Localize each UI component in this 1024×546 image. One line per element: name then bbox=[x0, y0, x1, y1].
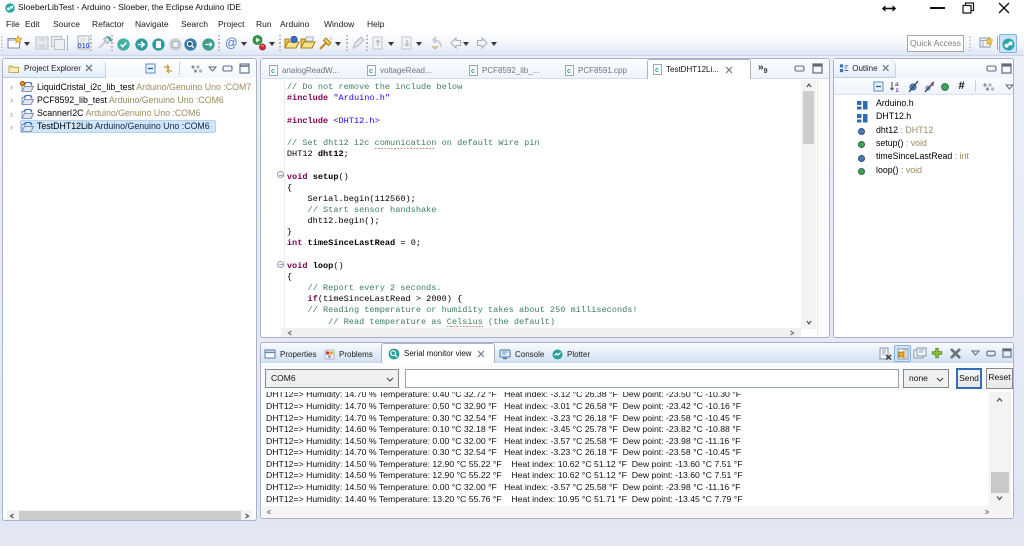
svg-text:s: s bbox=[931, 81, 935, 88]
svg-text:010: 010 bbox=[78, 43, 90, 50]
svg-text:z: z bbox=[896, 87, 900, 93]
